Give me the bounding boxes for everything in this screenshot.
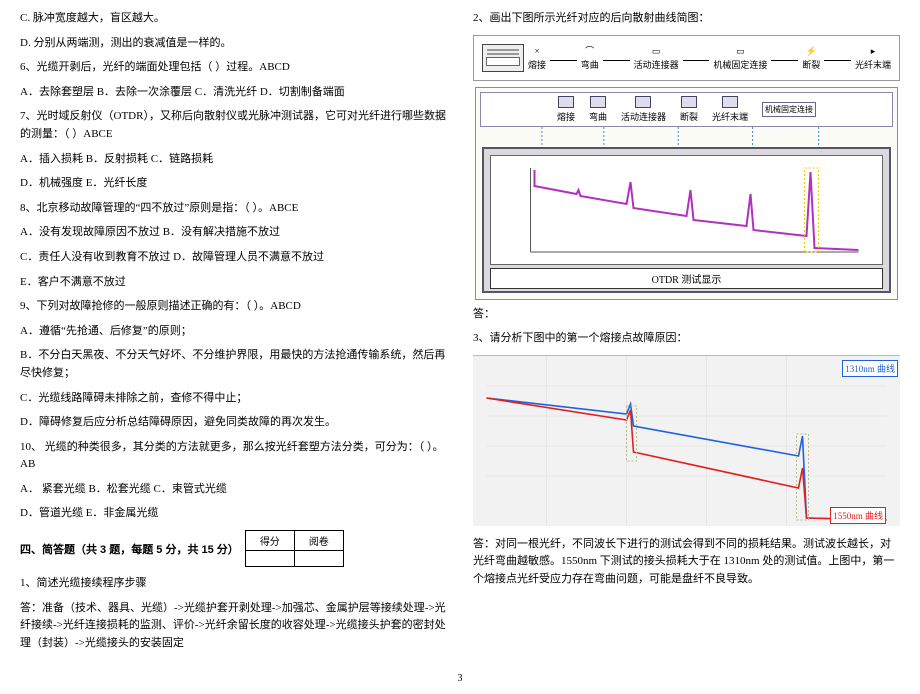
short-q3: 3、请分析下图中的第一个熔接点故障原因：: [473, 330, 900, 348]
evt-bend: 弯曲: [589, 110, 607, 123]
evt-mech: 机械固定连接: [762, 102, 816, 117]
q10: 10、 光缆的种类很多，其分类的方法就更多，那么按光纤套塑方法分类，可分为：（ …: [20, 439, 447, 474]
q6-opts: A．去除套塑层 B．去除一次涂覆层 C．清洗光纤 D．切割制备端面: [20, 84, 447, 102]
evt-end: 光纤末端: [712, 110, 748, 123]
q9-c: C．光缆线路障碍未排除之前，查修不得中止；: [20, 390, 447, 408]
dashed-lines-icon: [480, 127, 893, 145]
q10-b: D．管道光缆 E．非金属光缆: [20, 505, 447, 523]
score-h1: 得分: [245, 531, 294, 551]
lbl-mech: 机械固定连接: [713, 58, 767, 71]
evt-conn: 活动连接器: [621, 110, 666, 123]
dual-wavelength-chart: 1310nm 曲线 1550nm 曲线: [473, 355, 900, 526]
score-h2: 阅卷: [294, 531, 343, 551]
q7-opts-a: A．插入损耗 B．反射损耗 C．链路损耗: [20, 151, 447, 169]
q8: 8、北京移动故障管理的“四不放过”原则是指：（ ）。ABCE: [20, 200, 447, 218]
short-q2: 2、画出下图所示光纤对应的后向散射曲线简图：: [473, 10, 900, 28]
right-column: 2、画出下图所示光纤对应的后向散射曲线简图： ×熔接 ⌒弯曲 ▭活动连接器 ▭机…: [473, 10, 900, 659]
q8-opts-a: A．没有发现故障原因不放过 B．没有解决措施不放过: [20, 224, 447, 242]
q9-d: D．障碍修复后应分析总结障碍原因，避免同类故障的再次发生。: [20, 414, 447, 432]
evt-break: 断裂: [680, 110, 698, 123]
left-column: C. 脉冲宽度越大，盲区越大。 D. 分别从两端测，测出的衰减值是一样的。 6、…: [20, 10, 447, 659]
short-q1: 1、简述光缆接续程序步骤: [20, 575, 447, 593]
q8-opts-b: C．责任人没有收到教育不放过 D．故障管理人员不满意不放过: [20, 249, 447, 267]
q6: 6、光缆开剥后，光纤的端面处理包括（ ）过程。ABCD: [20, 59, 447, 77]
q7: 7、光时域反射仪（OTDR），又称后向散射仪或光脉冲测试器，它可对光纤进行哪些数…: [20, 108, 447, 143]
answer-2: 答：: [473, 306, 900, 324]
q9-a: A．遵循“先抢通、后修复”的原则；: [20, 323, 447, 341]
otdr-trace-icon: [495, 160, 878, 260]
otdr-device-icon: [482, 44, 524, 72]
trace-label: OTDR 测试显示: [490, 268, 883, 289]
q9: 9、下列对故障抢修的一般原则描述正确的有：（ ）。ABCD: [20, 298, 447, 316]
label-1550nm: 1550nm 曲线: [830, 507, 886, 524]
opt-c: C. 脉冲宽度越大，盲区越大。: [20, 10, 447, 28]
q10-a: A． 紧套光缆 B．松套光缆 C．束管式光缆: [20, 481, 447, 499]
lbl-bend: 弯曲: [581, 58, 599, 71]
lbl-connector: 活动连接器: [634, 58, 679, 71]
q9-b: B．不分白天黑夜、不分天气好坏、不分维护界限，用最快的方法抢通传输系统，然后再尽…: [20, 347, 447, 382]
opt-d: D. 分别从两端测，测出的衰减值是一样的。: [20, 35, 447, 53]
evt-splice: 熔接: [557, 110, 575, 123]
section-4-title: 四、简答题（共 3 题，每题 5 分，共 15 分）: [20, 541, 239, 557]
q7-opts-b: D．机械强度 E．光纤长度: [20, 175, 447, 193]
lbl-break: 断裂: [802, 58, 820, 71]
lbl-end: 光纤末端: [855, 58, 891, 71]
q8-opts-c: E．客户不满意不放过: [20, 274, 447, 292]
page-number: 3: [20, 673, 900, 684]
lbl-splice: 熔接: [528, 58, 546, 71]
score-table: 得分阅卷: [245, 530, 344, 567]
label-1310nm: 1310nm 曲线: [842, 360, 898, 377]
otdr-compare-trace: [473, 356, 900, 526]
fiber-schematic: ×熔接 ⌒弯曲 ▭活动连接器 ▭机械固定连接 ⚡断裂 ▸光纤末端: [473, 35, 900, 81]
short-a1: 答：准备（技术、器具、光缆）->光缆护套开剥处理->加强芯、金属护层等接续处理-…: [20, 600, 447, 653]
answer-3: 答：对同一根光纤，不同波长下进行的测试会得到不同的损耗结果。测试波长越长，对光纤…: [473, 536, 900, 589]
event-bar: 熔接 弯曲 活动连接器 断裂 光纤末端 机械固定连接: [475, 87, 898, 300]
